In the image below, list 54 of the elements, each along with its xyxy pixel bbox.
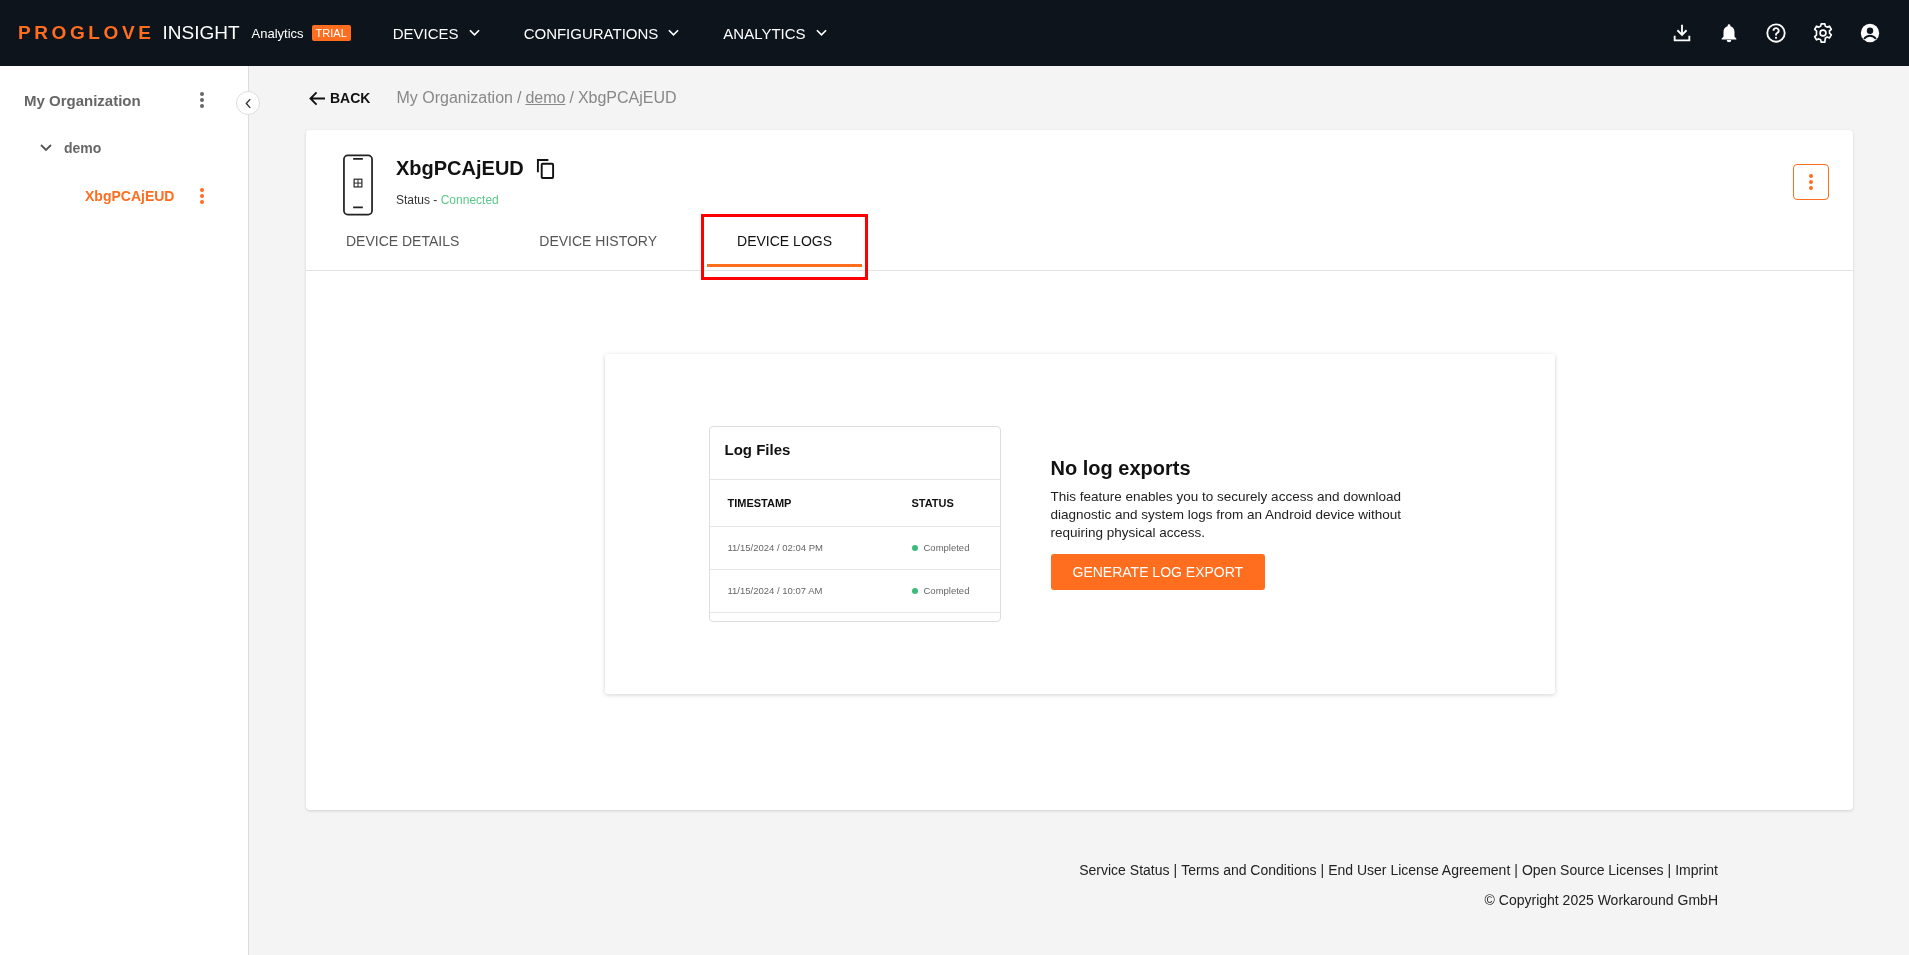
tab[interactable]: DEVICE DETAILS [316, 217, 490, 267]
more-button[interactable] [1793, 164, 1829, 200]
download-icon[interactable] [1671, 22, 1693, 44]
footer-link[interactable]: Open Source Licenses [1521, 862, 1664, 878]
link-separator: | [1514, 862, 1518, 878]
back-button[interactable]: BACK [306, 90, 375, 106]
table-cell-text: 11/15/2024 / 02:04 PM [727, 542, 824, 553]
breadcrumb-item: XbgPCAjEUD [577, 89, 677, 107]
tab[interactable]: DEVICE HISTORY [509, 217, 688, 267]
column-header: TIMESTAMP [727, 496, 793, 509]
column-header: STATUS [911, 496, 954, 509]
footer-link[interactable]: Terms and Conditions [1181, 862, 1317, 878]
arrow-left-icon [309, 90, 326, 106]
empty-description: This feature enables you to securely access and download diagnostic and system logs from an Android device without requiring physical access. [1050, 488, 1402, 542]
link-separator: | [1667, 862, 1672, 878]
copyright-text: © Copyright 2025 Workaround GmbH [1483, 892, 1718, 908]
nav-menu[interactable]: CONFIGURATIONS [523, 24, 680, 42]
link-separator: | [1320, 862, 1325, 878]
table-cell-text: 11/15/2024 / 10:07 AM [727, 585, 824, 596]
chevron-down-icon[interactable] [40, 142, 52, 154]
breadcrumb-item: My Organization [396, 89, 513, 107]
breadcrumb-separator: / [569, 89, 574, 107]
link-separator: | [1173, 862, 1178, 878]
tree-item[interactable]: My Organization [24, 91, 141, 109]
account-icon[interactable] [1859, 22, 1881, 44]
footer-link[interactable]: Service Status [1079, 862, 1170, 878]
more-icon[interactable] [200, 92, 204, 108]
tree-item[interactable]: demo [64, 140, 102, 156]
chevron-left-icon [244, 97, 252, 109]
more-icon [1809, 174, 1813, 190]
trial-badge: TRIAL [311, 25, 351, 41]
copy-icon[interactable] [535, 158, 555, 179]
brand-logo[interactable]: PROGLOVE [18, 22, 155, 44]
chevron-down-icon [668, 29, 680, 37]
collapse-button[interactable] [236, 91, 260, 115]
chevron-down-icon [468, 29, 480, 37]
breadcrumb-separator: / [516, 89, 522, 107]
edition-label: Analytics [251, 25, 304, 41]
nav-menu[interactable]: DEVICES [392, 24, 480, 42]
chevron-down-icon [815, 29, 827, 37]
table-title: Log Files [709, 426, 1000, 480]
status-text: Status - Connected [396, 193, 500, 207]
status-text: Completed [923, 585, 970, 596]
status-text: Completed [923, 542, 970, 553]
device-name: XbgPCAjEUD [396, 157, 524, 180]
footer-link[interactable]: End User License Agreement [1328, 862, 1511, 878]
settings-icon[interactable] [1812, 22, 1834, 44]
help-icon[interactable] [1765, 22, 1787, 44]
product-name: INSIGHT [162, 22, 240, 44]
more-icon[interactable] [200, 188, 204, 204]
footer-link[interactable]: Imprint [1675, 862, 1718, 878]
empty-heading: No log exports [1050, 457, 1192, 480]
nav-menu[interactable]: ANALYTICS [723, 24, 827, 42]
phone-icon [342, 154, 374, 216]
